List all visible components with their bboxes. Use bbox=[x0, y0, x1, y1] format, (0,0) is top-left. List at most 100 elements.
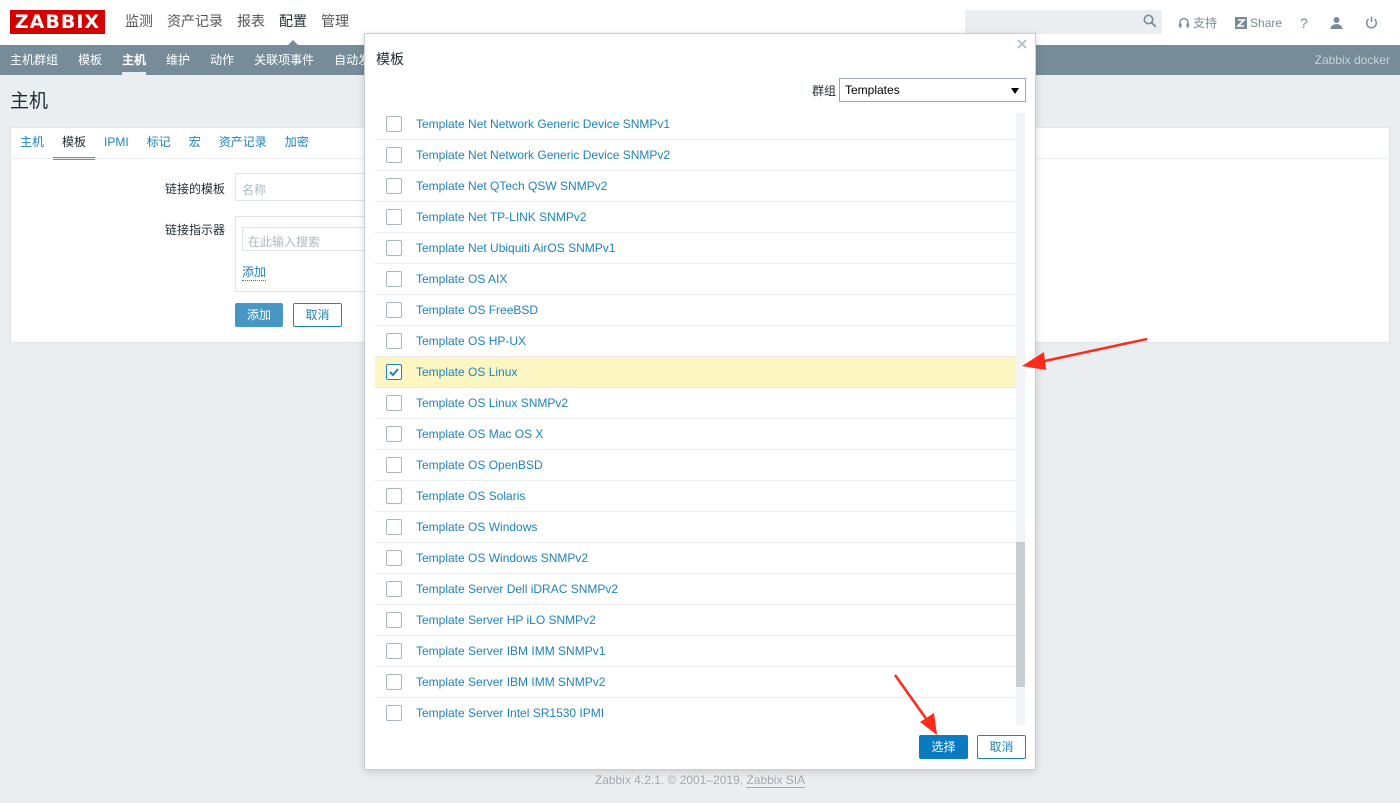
template-name-link[interactable]: Template Server Dell iDRAC SNMPv2 bbox=[416, 582, 618, 596]
sub-menu-item[interactable]: 动作 bbox=[200, 45, 244, 75]
dialog-cancel-button[interactable]: 取消 bbox=[977, 735, 1026, 759]
template-select-dialog: 模板 群组 Templates Template Net Network Gen… bbox=[364, 33, 1036, 770]
template-row[interactable]: Template OS Mac OS X bbox=[375, 419, 1017, 450]
linked-templates-field[interactable]: 名称 bbox=[235, 173, 375, 201]
main-menu-item[interactable]: 配置 bbox=[272, 0, 314, 46]
link-search-input[interactable]: 在此输入搜索 bbox=[242, 227, 376, 251]
annotation-arrow-selected-row bbox=[1022, 337, 1148, 370]
template-checkbox[interactable] bbox=[386, 643, 402, 659]
template-checkbox[interactable] bbox=[386, 178, 402, 194]
cancel-button[interactable]: 取消 bbox=[293, 303, 342, 327]
template-row[interactable]: Template Server Intel SR1530 IPMI bbox=[375, 698, 1017, 723]
template-name-link[interactable]: Template OS AIX bbox=[416, 272, 507, 286]
search-icon[interactable] bbox=[1143, 14, 1157, 28]
template-row[interactable]: Template Net Network Generic Device SNMP… bbox=[375, 109, 1017, 140]
template-name-link[interactable]: Template Server IBM IMM SNMPv2 bbox=[416, 675, 605, 689]
template-checkbox[interactable] bbox=[386, 705, 402, 721]
add-template-link[interactable]: 添加 bbox=[242, 263, 267, 281]
template-name-link[interactable]: Template OS Windows SNMPv2 bbox=[416, 551, 588, 565]
tab-item[interactable]: 资产记录 bbox=[210, 128, 276, 159]
template-checkbox[interactable] bbox=[386, 581, 402, 597]
template-row[interactable]: Template Server IBM IMM SNMPv1 bbox=[375, 636, 1017, 667]
sub-menu-item[interactable]: 维护 bbox=[156, 45, 200, 75]
main-menu-item[interactable]: 监测 bbox=[118, 0, 160, 45]
main-menu-item[interactable]: 管理 bbox=[314, 0, 356, 45]
template-row[interactable]: Template OS Windows bbox=[375, 512, 1017, 543]
template-row[interactable]: Template Server Dell iDRAC SNMPv2 bbox=[375, 574, 1017, 605]
template-name-link[interactable]: Template Server HP iLO SNMPv2 bbox=[416, 613, 596, 627]
template-row[interactable]: Template OS OpenBSD bbox=[375, 450, 1017, 481]
template-row[interactable]: Template Net QTech QSW SNMPv2 bbox=[375, 171, 1017, 202]
template-name-link[interactable]: Template Server IBM IMM SNMPv1 bbox=[416, 644, 605, 658]
template-row[interactable]: Template Net Network Generic Device SNMP… bbox=[375, 140, 1017, 171]
sub-menu-item[interactable]: 主机群组 bbox=[0, 45, 68, 75]
tab-item[interactable]: 宏 bbox=[180, 128, 210, 159]
template-row[interactable]: Template OS Linux bbox=[375, 357, 1017, 388]
add-button[interactable]: 添加 bbox=[235, 303, 283, 327]
template-name-link[interactable]: Template OS Solaris bbox=[416, 489, 525, 503]
template-checkbox[interactable] bbox=[386, 426, 402, 442]
template-row[interactable]: Template Net Ubiquiti AirOS SNMPv1 bbox=[375, 233, 1017, 264]
template-name-link[interactable]: Template OS OpenBSD bbox=[416, 458, 543, 472]
chevron-down-icon bbox=[1011, 88, 1019, 94]
user-profile-icon[interactable] bbox=[1330, 16, 1343, 29]
template-name-link[interactable]: Template Net QTech QSW SNMPv2 bbox=[416, 179, 607, 193]
share-link[interactable]: Share bbox=[1235, 16, 1282, 30]
template-row[interactable]: Template Server IBM IMM SNMPv2 bbox=[375, 667, 1017, 698]
template-row[interactable]: Template OS HP-UX bbox=[375, 326, 1017, 357]
global-search-input[interactable] bbox=[965, 10, 1162, 34]
template-checkbox[interactable] bbox=[386, 240, 402, 256]
template-name-link[interactable]: Template OS FreeBSD bbox=[416, 303, 538, 317]
help-icon[interactable]: ? bbox=[1300, 15, 1308, 31]
template-checkbox[interactable] bbox=[386, 488, 402, 504]
select-button[interactable]: 选择 bbox=[919, 735, 968, 759]
tab-item[interactable]: 加密 bbox=[276, 128, 318, 159]
tab-item[interactable]: 主机 bbox=[11, 128, 53, 159]
close-icon[interactable] bbox=[1017, 39, 1027, 49]
template-row[interactable]: Template OS Linux SNMPv2 bbox=[375, 388, 1017, 419]
template-name-link[interactable]: Template Server Intel SR1530 IPMI bbox=[416, 706, 604, 720]
support-link[interactable]: 支持 bbox=[1178, 14, 1217, 31]
tab-item[interactable]: IPMI bbox=[95, 128, 138, 159]
template-checkbox[interactable] bbox=[386, 519, 402, 535]
template-name-link[interactable]: Template OS HP-UX bbox=[416, 334, 526, 348]
template-name-link[interactable]: Template OS Linux SNMPv2 bbox=[416, 396, 568, 410]
template-name-link[interactable]: Template OS Mac OS X bbox=[416, 427, 543, 441]
main-menu-item[interactable]: 报表 bbox=[230, 0, 272, 45]
tab-item[interactable]: 模板 bbox=[53, 128, 96, 160]
template-checkbox[interactable] bbox=[386, 209, 402, 225]
template-row[interactable]: Template Server HP iLO SNMPv2 bbox=[375, 605, 1017, 636]
template-checkbox[interactable] bbox=[386, 457, 402, 473]
main-menu-item[interactable]: 资产记录 bbox=[160, 0, 230, 45]
template-row[interactable]: Template OS Solaris bbox=[375, 481, 1017, 512]
template-checkbox[interactable] bbox=[386, 550, 402, 566]
template-checkbox[interactable] bbox=[386, 147, 402, 163]
logout-power-icon[interactable] bbox=[1365, 16, 1378, 29]
template-name-link[interactable]: Template OS Linux bbox=[416, 365, 517, 379]
template-row[interactable]: Template OS FreeBSD bbox=[375, 295, 1017, 326]
template-name-link[interactable]: Template Net Network Generic Device SNMP… bbox=[416, 117, 670, 131]
sub-menu-item[interactable]: 关联项事件 bbox=[244, 45, 324, 75]
template-checkbox[interactable] bbox=[386, 302, 402, 318]
scrollbar-thumb[interactable] bbox=[1016, 542, 1025, 687]
template-checkbox[interactable] bbox=[386, 116, 402, 132]
tab-item[interactable]: 标记 bbox=[138, 128, 180, 159]
template-name-link[interactable]: Template Net TP-LINK SNMPv2 bbox=[416, 210, 587, 224]
template-checkbox[interactable] bbox=[386, 271, 402, 287]
template-checkbox[interactable] bbox=[386, 333, 402, 349]
sub-menu-item[interactable]: 主机 bbox=[112, 45, 156, 75]
footer-link[interactable]: Zabbix SIA bbox=[746, 773, 806, 788]
template-checkbox[interactable] bbox=[386, 395, 402, 411]
template-checkbox[interactable] bbox=[386, 364, 402, 380]
template-row[interactable]: Template Net TP-LINK SNMPv2 bbox=[375, 202, 1017, 233]
group-select[interactable]: Templates bbox=[839, 78, 1026, 102]
template-name-link[interactable]: Template OS Windows bbox=[416, 520, 537, 534]
template-row[interactable]: Template OS AIX bbox=[375, 264, 1017, 295]
zabbix-logo[interactable]: ZABBIX bbox=[10, 10, 105, 34]
template-checkbox[interactable] bbox=[386, 612, 402, 628]
template-checkbox[interactable] bbox=[386, 674, 402, 690]
template-row[interactable]: Template OS Windows SNMPv2 bbox=[375, 543, 1017, 574]
template-name-link[interactable]: Template Net Ubiquiti AirOS SNMPv1 bbox=[416, 241, 615, 255]
template-name-link[interactable]: Template Net Network Generic Device SNMP… bbox=[416, 148, 670, 162]
sub-menu-item[interactable]: 模板 bbox=[68, 45, 112, 75]
